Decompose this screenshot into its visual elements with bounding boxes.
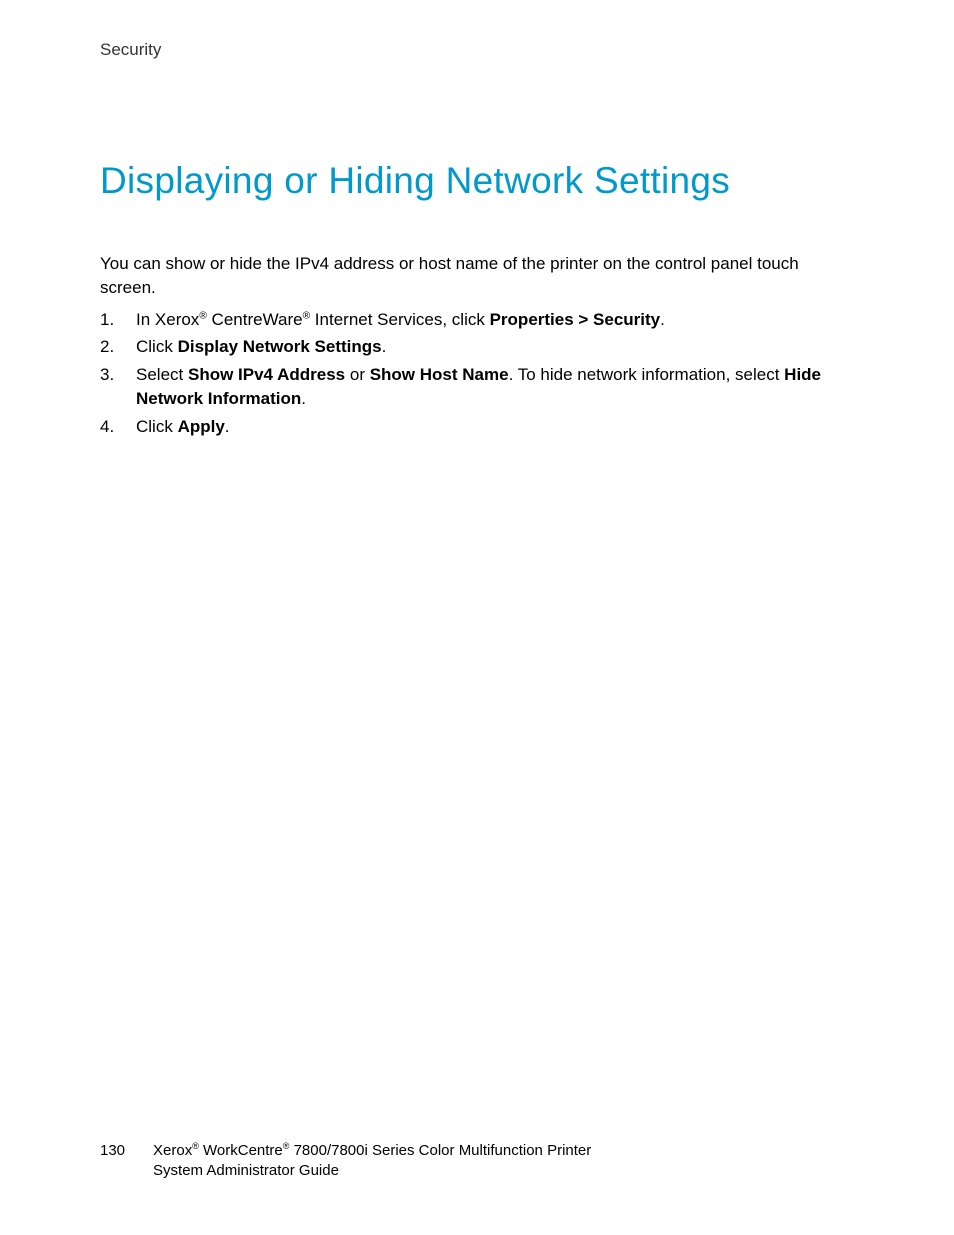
page-title: Displaying or Hiding Network Settings [100,160,854,202]
registered-mark: ® [199,310,207,321]
page-footer: 130 Xerox® WorkCentre® 7800/7800i Series… [100,1141,591,1180]
step-1: 1. In Xerox® CentreWare® Internet Servic… [100,308,854,332]
step-4: 4. Click Apply. [100,415,854,439]
step-text: . [660,310,665,329]
step-text: In Xerox [136,310,199,329]
footer-text-part: Xerox [153,1142,192,1159]
document-page: Security Displaying or Hiding Network Se… [0,0,954,1235]
step-text: Select [136,365,188,384]
step-text: Click [136,337,178,356]
step-bold: Display Network Settings [178,337,382,356]
step-bold: Apply [178,417,225,436]
section-header: Security [100,40,854,60]
footer-text-part: WorkCentre [199,1142,283,1159]
step-text: CentreWare [207,310,303,329]
intro-paragraph: You can show or hide the IPv4 address or… [100,252,854,300]
step-number: 1. [100,308,114,332]
step-bold: Show Host Name [370,365,509,384]
step-number: 4. [100,415,114,439]
step-bold: Properties > Security [490,310,661,329]
registered-mark: ® [303,310,311,321]
footer-line-2: System Administrator Guide [153,1161,591,1181]
step-bold: Show IPv4 Address [188,365,345,384]
step-text: . [382,337,387,356]
footer-text-part: 7800/7800i Series Color Multifunction Pr… [289,1142,591,1159]
step-text: . [301,389,306,408]
step-number: 3. [100,363,114,387]
page-number: 130 [100,1141,125,1161]
step-text: . To hide network information, select [509,365,785,384]
footer-text: Xerox® WorkCentre® 7800/7800i Series Col… [153,1141,591,1180]
step-number: 2. [100,335,114,359]
step-text: . [225,417,230,436]
registered-mark: ® [192,1141,199,1151]
step-text: Internet Services, click [310,310,490,329]
step-text: Click [136,417,178,436]
step-2: 2. Click Display Network Settings. [100,335,854,359]
step-text: or [345,365,370,384]
footer-line-1: Xerox® WorkCentre® 7800/7800i Series Col… [153,1141,591,1161]
step-3: 3. Select Show IPv4 Address or Show Host… [100,363,854,411]
steps-list: 1. In Xerox® CentreWare® Internet Servic… [100,308,854,439]
